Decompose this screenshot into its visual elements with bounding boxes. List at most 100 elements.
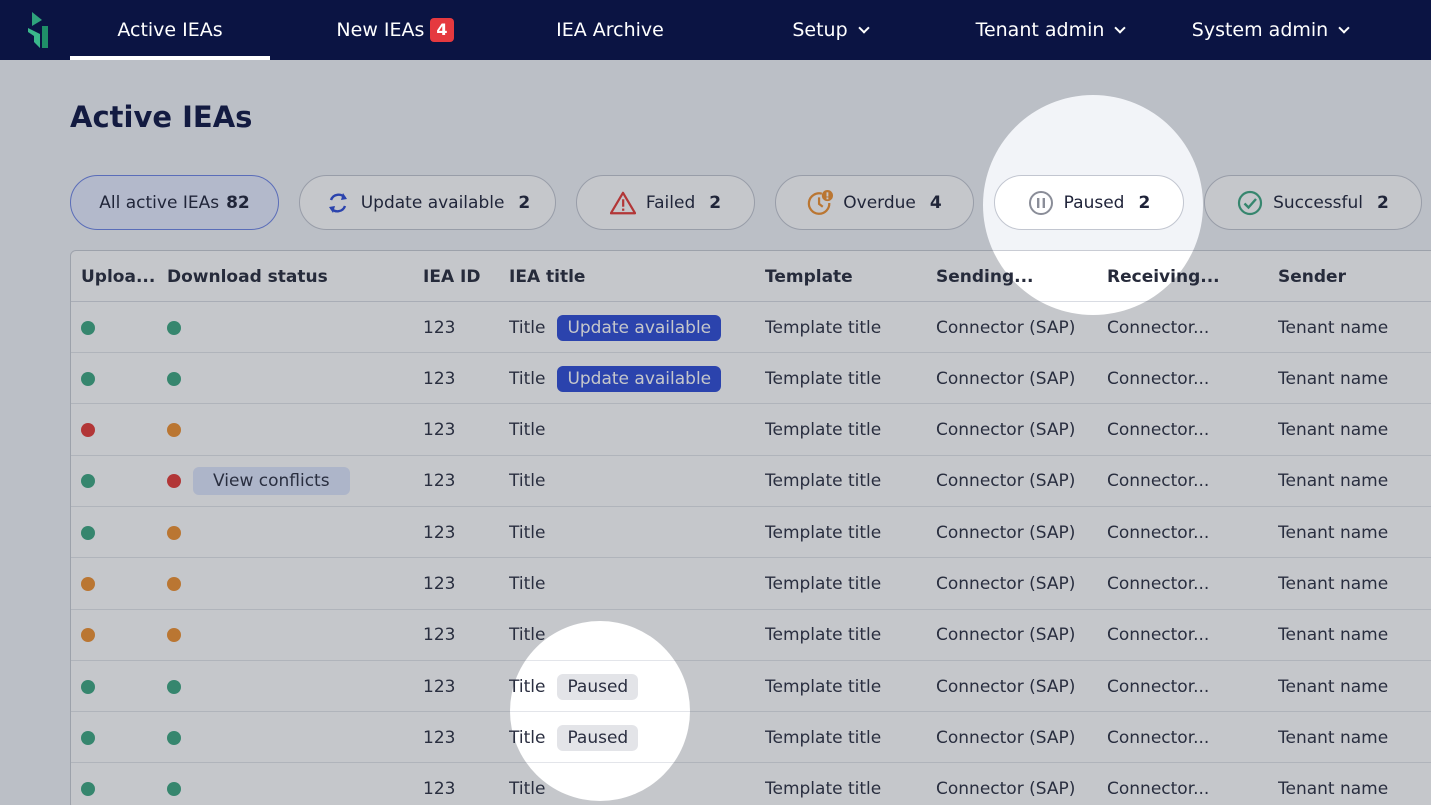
- upload-status-cell: [81, 456, 161, 507]
- column-header-iea-id[interactable]: IEA ID: [423, 251, 503, 302]
- filter-count: 2: [1377, 192, 1389, 213]
- app-logo-icon[interactable]: [28, 12, 52, 48]
- template-cell: Template title: [765, 471, 882, 492]
- upload-status-dot-icon: [81, 782, 95, 797]
- upload-status-cell: [81, 661, 161, 712]
- sending-cell: Connector (SAP): [936, 317, 1076, 338]
- nav-tab-label: Active IEAs: [117, 19, 223, 41]
- filter-failed[interactable]: Failed 2: [576, 175, 755, 230]
- iea-title-text[interactable]: Title: [509, 369, 545, 389]
- iea-title-text[interactable]: Title: [509, 318, 545, 338]
- filter-count: 2: [1138, 192, 1151, 213]
- paused-status-tag: Paused: [557, 673, 639, 700]
- sending-cell: Connector (SAP): [936, 420, 1076, 441]
- chevron-down-icon: [1338, 21, 1350, 34]
- column-header-receiving[interactable]: Receiving...: [1107, 251, 1267, 302]
- iea-title-text[interactable]: Title: [509, 677, 545, 697]
- top-nav: Active IEAs New IEAs 4 IEA Archive Setup…: [0, 0, 1431, 60]
- nav-menu-system-admin[interactable]: System admin: [1175, 0, 1365, 60]
- sending-cell: Connector (SAP): [936, 471, 1076, 492]
- iea-title-text[interactable]: Title: [509, 420, 545, 440]
- download-status-cell: [167, 405, 407, 456]
- download-status-cell: [167, 507, 407, 558]
- iea-id-cell: 123: [423, 368, 456, 389]
- download-status-dot-icon: [167, 679, 181, 694]
- nav-tab-new-ieas[interactable]: New IEAs 4: [320, 0, 470, 60]
- table-row[interactable]: 123 Title Template title Connector (SAP) Con…: [71, 405, 1431, 456]
- sending-cell: Connector (SAP): [936, 727, 1076, 748]
- upload-status-dot-icon: [81, 628, 95, 643]
- table-row[interactable]: 123 Title Template title Connector (SAP) Con…: [71, 507, 1431, 559]
- upload-status-cell: [81, 559, 161, 610]
- update-available-tag[interactable]: Update available: [557, 365, 722, 392]
- iea-id-cell: 123: [423, 779, 456, 800]
- iea-title-cell: Title Paused: [509, 661, 759, 712]
- iea-id-cell: 123: [423, 522, 456, 543]
- iea-id-cell: 123: [423, 420, 456, 441]
- template-cell: Template title: [765, 420, 882, 441]
- upload-status-dot-icon: [81, 730, 95, 745]
- nav-tab-label: Setup: [792, 19, 848, 41]
- new-ieas-count-badge: 4: [430, 18, 454, 42]
- table-row[interactable]: 123 Title Paused Template title Connector (S…: [71, 712, 1431, 764]
- filter-label: Update available: [360, 192, 505, 213]
- download-status-dot-icon: [167, 371, 181, 386]
- nav-menu-setup[interactable]: Setup: [770, 0, 890, 60]
- receiving-cell: Connector...: [1107, 727, 1210, 748]
- iea-title-text[interactable]: Title: [509, 574, 545, 594]
- filter-paused[interactable]: Paused 2: [994, 175, 1184, 230]
- download-status-cell: [167, 559, 407, 610]
- iea-title-text[interactable]: Title: [509, 625, 545, 645]
- download-status-dot-icon: [167, 474, 181, 489]
- receiving-cell: Connector...: [1107, 420, 1210, 441]
- column-header-iea-title[interactable]: IEA title: [509, 251, 759, 302]
- download-status-cell: [167, 302, 407, 353]
- page-title: Active IEAs: [70, 100, 253, 134]
- view-conflicts-button[interactable]: View conflicts: [193, 467, 350, 496]
- receiving-cell: Connector...: [1107, 574, 1210, 594]
- upload-status-dot-icon: [81, 320, 95, 335]
- sending-cell: Connector (SAP): [936, 676, 1076, 697]
- sender-cell: Tenant name: [1278, 779, 1389, 800]
- nav-tab-active-ieas[interactable]: Active IEAs: [70, 0, 270, 60]
- chevron-down-icon: [857, 21, 870, 34]
- column-header-upload[interactable]: Uploa...: [81, 251, 161, 302]
- iea-title-cell: Title: [509, 559, 759, 610]
- nav-tab-iea-archive[interactable]: IEA Archive: [530, 0, 690, 60]
- sender-cell: Tenant name: [1278, 574, 1389, 594]
- table-row[interactable]: View conflicts 123 Title Template title Conn…: [71, 456, 1431, 507]
- sender-cell: Tenant name: [1278, 522, 1389, 543]
- sending-cell: Connector (SAP): [936, 779, 1076, 800]
- download-status-cell: View conflicts: [167, 456, 407, 507]
- column-header-sender[interactable]: Sender: [1278, 251, 1431, 302]
- table-row[interactable]: 123 Title Update available Template title Co…: [71, 353, 1431, 405]
- upload-status-dot-icon: [81, 474, 95, 489]
- template-cell: Template title: [765, 368, 882, 389]
- table-row[interactable]: 123 Title Paused Template title Connector (S…: [71, 661, 1431, 713]
- filter-overdue[interactable]: Overdue 4: [775, 175, 974, 230]
- iea-title-text[interactable]: Title: [509, 728, 545, 748]
- iea-title-text[interactable]: Title: [509, 471, 545, 491]
- nav-menu-tenant-admin[interactable]: Tenant admin: [955, 0, 1145, 60]
- table-row[interactable]: 123 Title Template title Connector (SAP) Con…: [71, 764, 1431, 805]
- receiving-cell: Connector...: [1107, 522, 1210, 543]
- template-cell: Template title: [765, 727, 882, 748]
- iea-title-text[interactable]: Title: [509, 523, 545, 543]
- sender-cell: Tenant name: [1278, 317, 1389, 338]
- filter-update-available[interactable]: Update available 2: [299, 175, 556, 230]
- column-header-download-status[interactable]: Download status: [167, 251, 407, 302]
- iea-title-text[interactable]: Title: [509, 779, 545, 799]
- column-header-sending[interactable]: Sending...: [936, 251, 1096, 302]
- table-row[interactable]: 123 Title Template title Connector (SAP) Con…: [71, 559, 1431, 610]
- filter-all-active-ieas[interactable]: All active IEAs 82: [70, 175, 279, 230]
- template-cell: Template title: [765, 625, 882, 646]
- download-status-cell: [167, 661, 407, 712]
- download-status-dot-icon: [167, 577, 181, 591]
- table-row[interactable]: 123 Title Template title Connector (SAP) Con…: [71, 610, 1431, 661]
- download-status-dot-icon: [167, 525, 181, 540]
- filter-label: Successful: [1273, 192, 1364, 213]
- table-row[interactable]: 123 Title Update available Template title Co…: [71, 302, 1431, 353]
- filter-successful[interactable]: Successful 2: [1204, 175, 1422, 230]
- update-available-tag[interactable]: Update available: [557, 314, 722, 341]
- column-header-template[interactable]: Template: [765, 251, 925, 302]
